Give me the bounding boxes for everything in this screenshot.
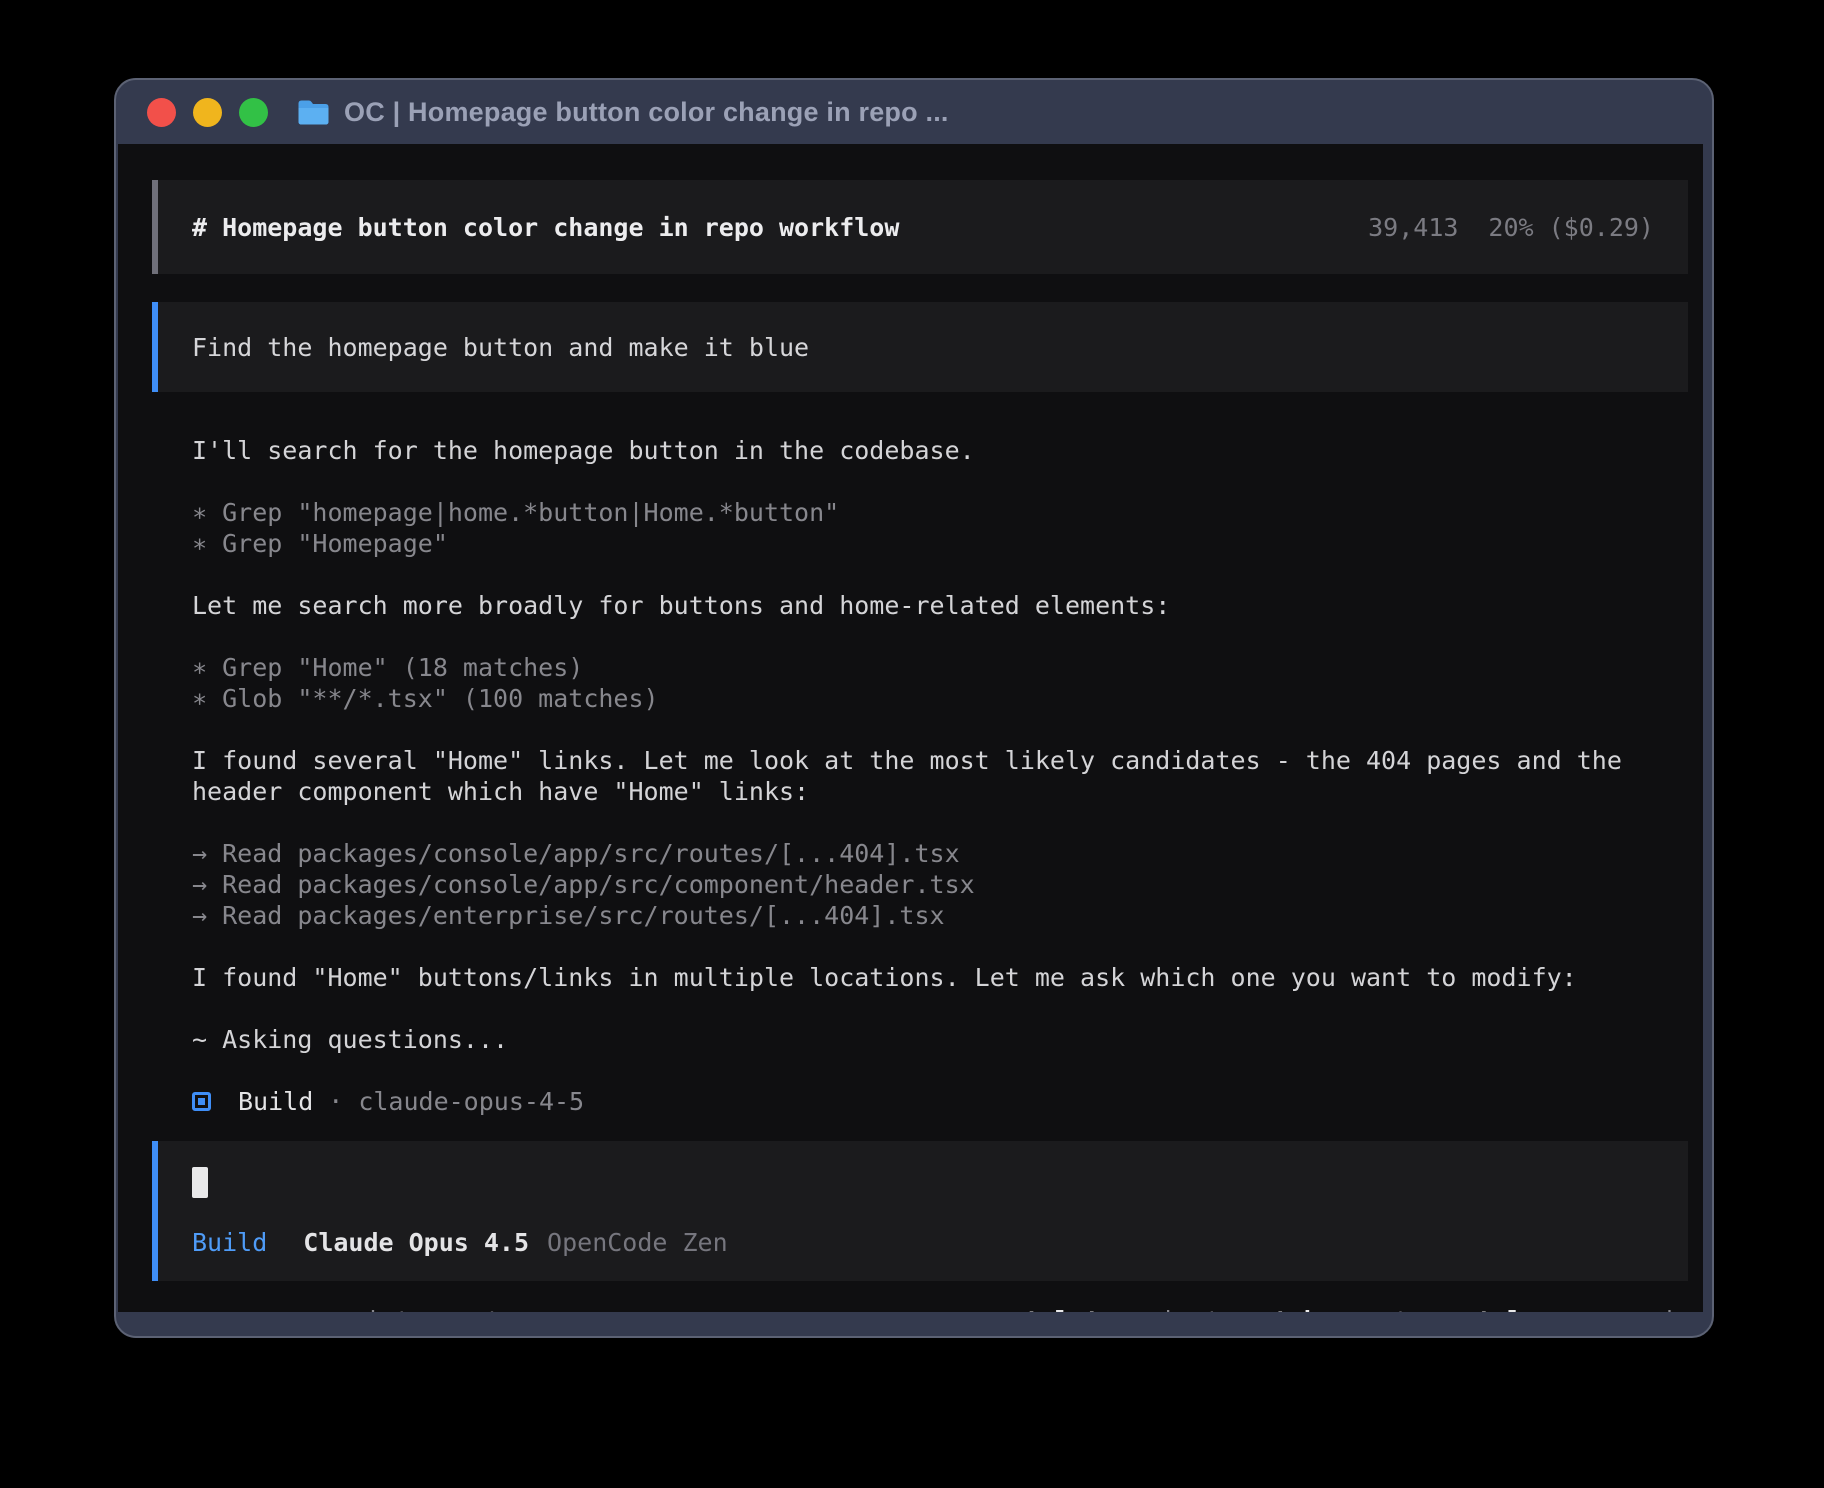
token-count: 39,413: [1368, 213, 1458, 242]
session-stats: 39,413 20% ($0.29): [1368, 213, 1654, 242]
tool-call-grep: ∗ Grep "Home" (18 matches): [192, 652, 1652, 683]
active-agent[interactable]: Build: [192, 1228, 267, 1257]
model-provider: OpenCode Zen: [547, 1228, 728, 1257]
session-title: # Homepage button color change in repo w…: [192, 213, 899, 242]
agent-model: claude-opus-4-5: [358, 1086, 584, 1117]
interrupt-hint: esc interrupt: [305, 1306, 501, 1312]
tool-call-read: → Read packages/console/app/src/routes/[…: [192, 838, 1652, 869]
terminal-window: OC | Homepage button color change in rep…: [114, 78, 1714, 1338]
status-bar: esc interrupt ctrl+t variants tab agents…: [152, 1306, 1688, 1312]
tool-call-read: → Read packages/enterprise/src/routes/[.…: [192, 900, 1652, 931]
tool-call-group: → Read packages/console/app/src/routes/[…: [192, 838, 1652, 931]
tool-call-group: ∗ Grep "homepage|home.*button|Home.*butt…: [192, 497, 1652, 559]
esc-key: esc: [305, 1306, 350, 1312]
minimize-button[interactable]: [193, 98, 222, 127]
traffic-lights: [147, 98, 268, 127]
tool-call-glob: ∗ Glob "**/*.tsx" (100 matches): [192, 683, 1652, 714]
build-agent-icon: [192, 1092, 211, 1111]
assistant-paragraph: I found several "Home" links. Let me loo…: [192, 745, 1652, 807]
agent-name: Build: [238, 1086, 313, 1117]
window-titlebar[interactable]: OC | Homepage button color change in rep…: [116, 80, 1712, 144]
tool-call-group: ∗ Grep "Home" (18 matches) ∗ Glob "**/*.…: [192, 652, 1652, 714]
context-cost: 20% ($0.29): [1488, 213, 1654, 242]
status-right: ctrl+t variants tab agents ctrl+p comman…: [1010, 1306, 1688, 1312]
status-left: esc interrupt: [152, 1306, 501, 1312]
terminal-content: # Homepage button color change in repo w…: [118, 144, 1703, 1312]
user-message-text: Find the homepage button and make it blu…: [192, 333, 809, 362]
agent-separator: ·: [328, 1086, 343, 1117]
tool-call-grep: ∗ Grep "Homepage": [192, 528, 1652, 559]
close-button[interactable]: [147, 98, 176, 127]
prompt-input[interactable]: Build Claude Opus 4.5 OpenCode Zen: [152, 1141, 1688, 1281]
zoom-button[interactable]: [239, 98, 268, 127]
assistant-paragraph: I found "Home" buttons/links in multiple…: [192, 962, 1652, 993]
tool-call-grep: ∗ Grep "homepage|home.*button|Home.*butt…: [192, 497, 1652, 528]
assistant-paragraph: I'll search for the homepage button in t…: [192, 435, 1652, 466]
folder-icon: [297, 99, 330, 126]
agent-attribution-row: Build · claude-opus-4-5: [192, 1086, 1652, 1117]
session-header: # Homepage button color change in repo w…: [152, 180, 1688, 274]
agents-hint: tab agents: [1274, 1306, 1425, 1312]
assistant-transcript: I'll search for the homepage button in t…: [152, 435, 1652, 1117]
working-status: ~ Asking questions...: [192, 1024, 1652, 1055]
variants-hint: ctrl+t variants: [1010, 1306, 1236, 1312]
input-meta-row: Build Claude Opus 4.5 OpenCode Zen: [192, 1228, 1654, 1257]
interrupt-label: interrupt: [365, 1306, 500, 1312]
assistant-paragraph: Let me search more broadly for buttons a…: [192, 590, 1652, 621]
tool-call-read: → Read packages/console/app/src/componen…: [192, 869, 1652, 900]
window-title: OC | Homepage button color change in rep…: [344, 97, 949, 128]
text-cursor: [192, 1167, 208, 1198]
user-message: Find the homepage button and make it blu…: [152, 302, 1688, 392]
commands-hint: ctrl+p commands: [1462, 1306, 1688, 1312]
active-model[interactable]: Claude Opus 4.5: [303, 1228, 529, 1257]
